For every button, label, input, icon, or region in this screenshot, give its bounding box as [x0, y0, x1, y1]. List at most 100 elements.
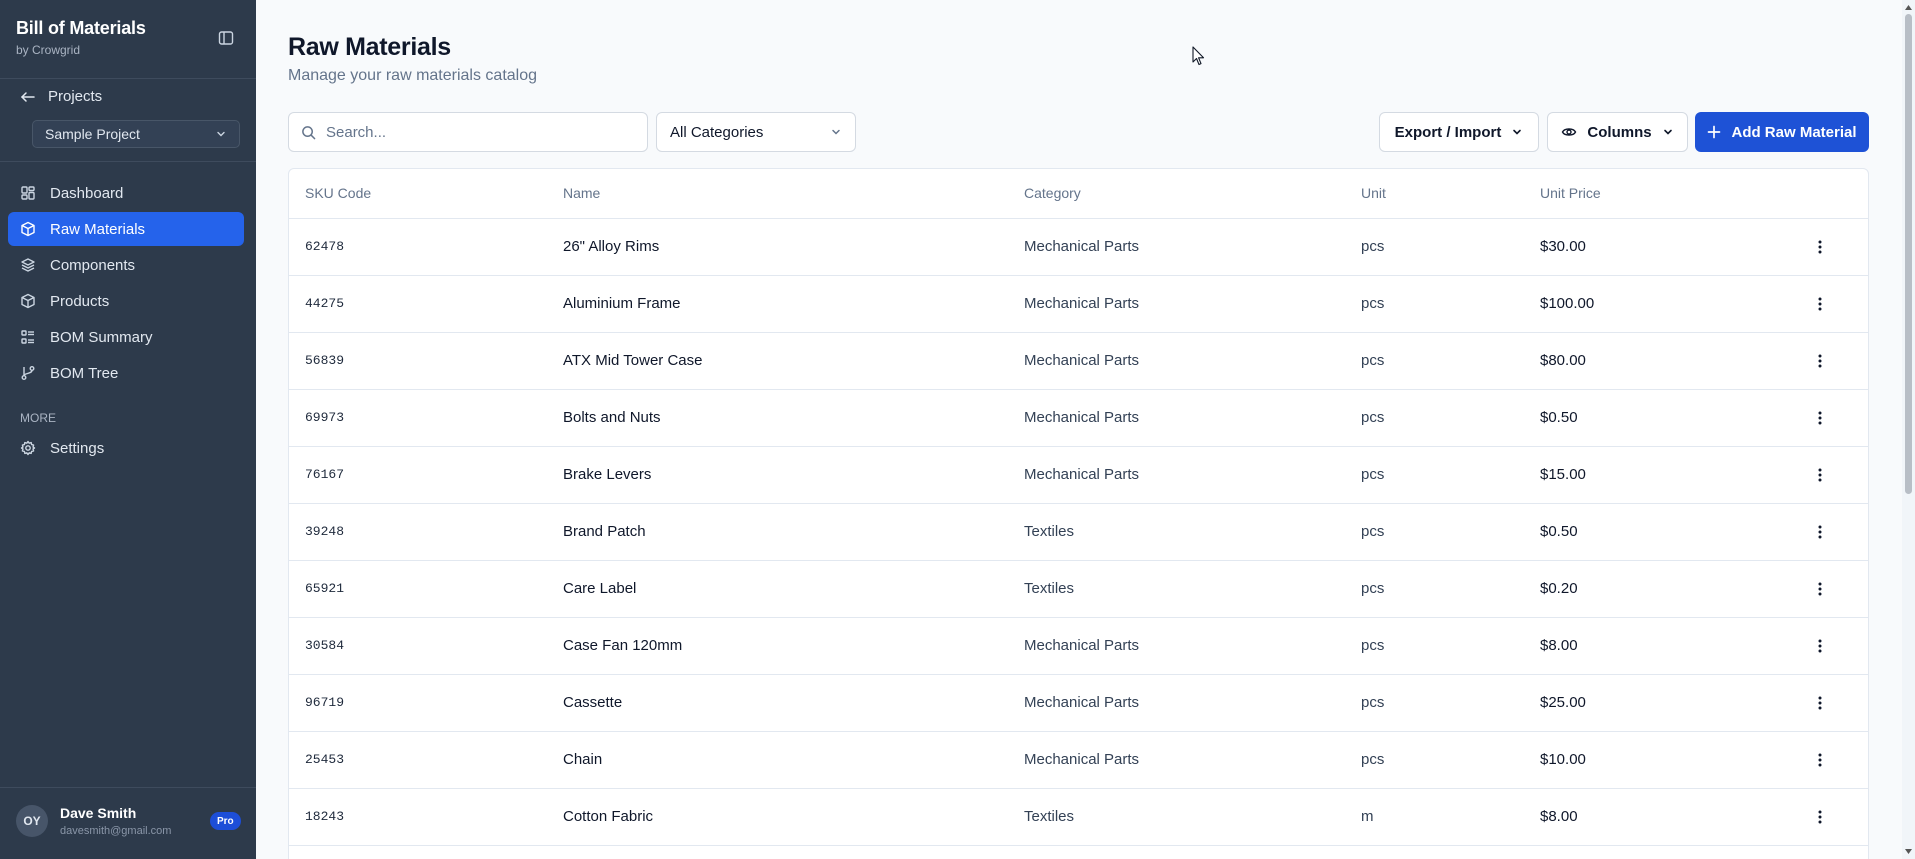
search-box[interactable] — [288, 112, 648, 152]
raw-materials-table: SKU Code Name Category Unit Unit Price 6… — [288, 168, 1869, 859]
cell-unit-price: $10.00 — [1540, 731, 1800, 789]
export-import-button[interactable]: Export / Import — [1379, 112, 1539, 152]
row-actions-button[interactable] — [1808, 463, 1832, 487]
column-header-unit-price[interactable]: Unit Price — [1540, 169, 1800, 219]
add-raw-material-button[interactable]: Add Raw Material — [1695, 112, 1869, 152]
row-actions-button[interactable] — [1808, 292, 1832, 316]
user-email: davesmith@gmail.com — [60, 825, 172, 837]
cell-unit: pcs — [1361, 503, 1540, 561]
column-header-sku[interactable]: SKU Code — [289, 169, 563, 219]
table-row[interactable]: 76167 Brake Levers Mechanical Parts pcs … — [289, 446, 1868, 504]
column-header-name[interactable]: Name — [563, 169, 1024, 219]
table-row[interactable]: 96719 Cassette Mechanical Parts pcs $25.… — [289, 674, 1868, 732]
main-content: Raw Materials Manage your raw materials … — [256, 0, 1915, 859]
arrow-left-icon — [20, 91, 35, 102]
more-vertical-icon — [1818, 354, 1822, 367]
table-row[interactable]: 44275 Aluminium Frame Mechanical Parts p… — [289, 275, 1868, 333]
sidebar-nav: Dashboard Raw Materials Components Produ… — [8, 176, 244, 392]
table-row[interactable]: 39248 Brand Patch Textiles pcs $0.50 — [289, 503, 1868, 561]
user-name: Dave Smith — [60, 805, 137, 821]
cell-unit-price: $0.50 — [1540, 389, 1800, 447]
cell-sku: 44275 — [289, 275, 563, 333]
page-subtitle: Manage your raw materials catalog — [288, 67, 538, 84]
brand: Bill of Materials by Crowgrid — [16, 18, 146, 57]
scroll-down-arrow-icon[interactable] — [1904, 847, 1913, 856]
cell-category: Mechanical Parts — [1024, 332, 1361, 390]
sidebar-item-raw-materials[interactable]: Raw Materials — [8, 212, 244, 246]
table-row[interactable]: 25453 Chain Mechanical Parts pcs $10.00 — [289, 731, 1868, 789]
table-body: 62478 26" Alloy Rims Mechanical Parts pc… — [289, 218, 1868, 846]
sidebar-item-label: Settings — [50, 439, 105, 457]
list-icon — [21, 330, 34, 344]
sidebar-item-settings[interactable]: Settings — [8, 431, 244, 465]
row-actions-button[interactable] — [1808, 805, 1832, 829]
cell-unit: pcs — [1361, 332, 1540, 390]
cell-sku: 56839 — [289, 332, 563, 390]
chevron-down-icon — [1663, 129, 1672, 135]
sidebar-item-bom-tree[interactable]: BOM Tree — [8, 356, 244, 390]
scroll-up-arrow-icon[interactable] — [1904, 3, 1913, 12]
column-header-category[interactable]: Category — [1024, 169, 1361, 219]
project-select-value: Sample Project — [45, 126, 140, 142]
page-scrollbar[interactable] — [1902, 0, 1915, 859]
cell-name: Cotton Fabric — [563, 788, 1024, 846]
table-row[interactable]: 65921 Care Label Textiles pcs $0.20 — [289, 560, 1868, 618]
plus-icon — [1708, 125, 1721, 139]
sidebar-item-bom-summary[interactable]: BOM Summary — [8, 320, 244, 354]
cell-actions — [1800, 218, 1868, 276]
page-title: Raw Materials — [288, 33, 451, 61]
cell-actions — [1800, 731, 1868, 789]
cell-name: Chain — [563, 731, 1024, 789]
project-select[interactable]: Sample Project — [32, 120, 240, 148]
table-row[interactable]: 62478 26" Alloy Rims Mechanical Parts pc… — [289, 218, 1868, 276]
cell-name: Brake Levers — [563, 446, 1024, 504]
scrollbar-thumb[interactable] — [1905, 14, 1912, 494]
cell-actions — [1800, 560, 1868, 618]
sidebar-item-dashboard[interactable]: Dashboard — [8, 176, 244, 210]
projects-label: Projects — [48, 88, 103, 105]
cell-name: Bolts and Nuts — [563, 389, 1024, 447]
avatar: OY — [16, 805, 48, 837]
app-title: Bill of Materials — [16, 18, 146, 38]
chevron-down-icon — [1513, 129, 1522, 135]
divider — [0, 161, 256, 162]
cell-unit: pcs — [1361, 275, 1540, 333]
row-actions-button[interactable] — [1808, 748, 1832, 772]
projects-back-link[interactable]: Projects — [20, 88, 102, 105]
table-row[interactable]: 18243 Cotton Fabric Textiles m $8.00 — [289, 788, 1868, 846]
category-filter-value: All Categories — [670, 123, 764, 141]
row-actions-button[interactable] — [1808, 349, 1832, 373]
table-header-row: SKU Code Name Category Unit Unit Price — [289, 169, 1868, 219]
columns-label: Columns — [1587, 123, 1652, 141]
more-vertical-icon — [1818, 468, 1822, 481]
sidebar-item-label: Products — [50, 292, 110, 310]
row-actions-button[interactable] — [1808, 691, 1832, 715]
user-profile[interactable]: OY Dave Smith davesmith@gmail.com Pro — [0, 787, 256, 859]
cell-category: Mechanical Parts — [1024, 674, 1361, 732]
table-row[interactable]: 56839 ATX Mid Tower Case Mechanical Part… — [289, 332, 1868, 390]
row-actions-button[interactable] — [1808, 520, 1832, 544]
sidebar-toggle-button[interactable] — [216, 28, 236, 48]
eye-icon — [1562, 128, 1577, 136]
chevron-down-icon — [832, 129, 840, 135]
cell-unit-price: $0.20 — [1540, 560, 1800, 618]
sidebar-item-components[interactable]: Components — [8, 248, 244, 282]
row-actions-button[interactable] — [1808, 235, 1832, 259]
sidebar-nav-more: Settings — [8, 431, 244, 467]
column-header-unit[interactable]: Unit — [1361, 169, 1540, 219]
chevron-down-icon — [217, 131, 225, 137]
category-filter-select[interactable]: All Categories — [656, 112, 856, 152]
row-actions-button[interactable] — [1808, 406, 1832, 430]
cell-unit-price: $8.00 — [1540, 617, 1800, 675]
cell-actions — [1800, 617, 1868, 675]
app-subtitle: by Crowgrid — [16, 43, 81, 57]
table-row[interactable]: 69973 Bolts and Nuts Mechanical Parts pc… — [289, 389, 1868, 447]
table-row[interactable]: 30584 Case Fan 120mm Mechanical Parts pc… — [289, 617, 1868, 675]
columns-button[interactable]: Columns — [1547, 112, 1688, 152]
search-input[interactable] — [326, 123, 626, 141]
sidebar-item-label: BOM Tree — [50, 364, 119, 382]
row-actions-button[interactable] — [1808, 577, 1832, 601]
cell-unit: pcs — [1361, 731, 1540, 789]
sidebar-item-products[interactable]: Products — [8, 284, 244, 318]
row-actions-button[interactable] — [1808, 634, 1832, 658]
